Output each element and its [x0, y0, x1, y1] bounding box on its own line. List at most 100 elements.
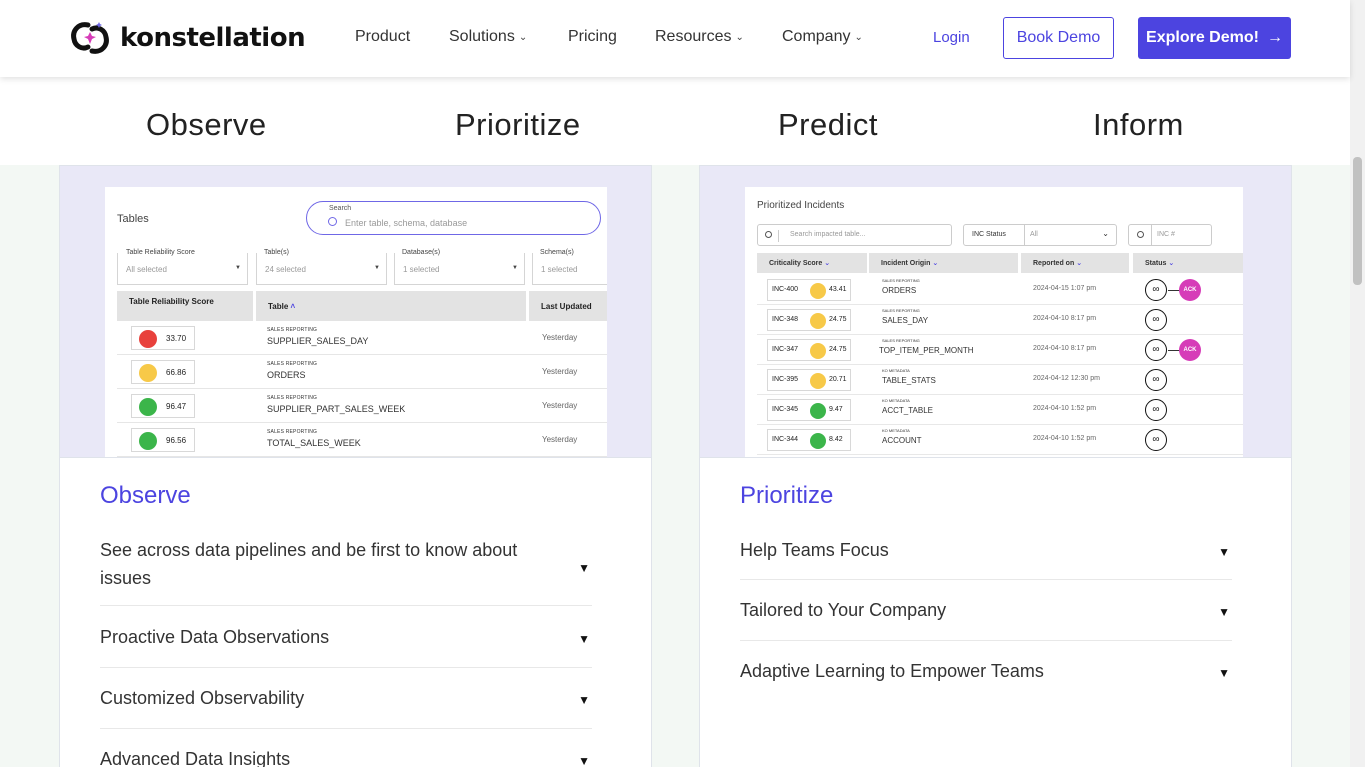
- tab-prioritize[interactable]: Prioritize: [455, 107, 581, 143]
- accordion-label: See across data pipelines and be first t…: [100, 540, 518, 588]
- top-nav: konstellation Product Solutions ⌄ Pricing…: [0, 0, 1350, 77]
- incident-row: INC-347 24.75 SALES REPORTING TOP_ITEM_PE…: [757, 335, 1243, 365]
- search-label: Search: [329, 205, 352, 212]
- status-label: INC Status: [972, 231, 1006, 238]
- caret-down-icon: ▼: [1218, 545, 1230, 559]
- prioritize-screenshot-panel: Prioritized Incidents Search impacted ta…: [700, 166, 1291, 458]
- filter-value: 24 selected: [265, 265, 306, 274]
- nav-pricing[interactable]: Pricing: [568, 28, 617, 46]
- reported-on: 2024-04-10 8:17 pm: [1033, 315, 1097, 322]
- row-tags: SALES REPORTING: [882, 338, 920, 343]
- feature-tabs: Observe Prioritize Predict Inform: [0, 77, 1350, 165]
- nav-resources[interactable]: Resources ⌄: [655, 28, 744, 46]
- arrow-right-icon: →: [1266, 29, 1283, 46]
- nav-product[interactable]: Product: [355, 28, 410, 46]
- score-dot: [139, 432, 157, 450]
- observe-card: Tables Search Enter table, schema, datab…: [59, 165, 652, 767]
- tab-observe[interactable]: Observe: [146, 107, 267, 143]
- column-label: Table: [268, 302, 289, 311]
- score-dot: [810, 313, 826, 329]
- score-value: 96.47: [166, 402, 187, 411]
- criticality-value: 43.41: [829, 286, 847, 293]
- tab-predict[interactable]: Predict: [778, 107, 878, 143]
- accordion-item[interactable]: Customized Observability ▼: [100, 684, 592, 729]
- chevron-down-icon: ⌄: [932, 260, 939, 267]
- accordion-label: Advanced Data Insights: [100, 749, 291, 767]
- sort-up-icon: ˄: [290, 302, 296, 311]
- row-table-name: SUPPLIER_SALES_DAY: [267, 336, 369, 346]
- row-tags: SALES REPORTING: [882, 278, 920, 283]
- caret-down-icon: ▼: [235, 265, 241, 271]
- column-header: Table Reliability Score: [117, 291, 253, 321]
- brand-logo[interactable]: konstellation: [68, 19, 306, 57]
- column-label: Reported on: [1033, 260, 1075, 267]
- login-link[interactable]: Login: [933, 29, 970, 46]
- score-dot: [810, 433, 826, 449]
- konstellation-status-icon: ∞: [1145, 339, 1167, 361]
- page-scrollbar[interactable]: [1350, 0, 1365, 767]
- row-tags: SALES REPORTING: [267, 327, 318, 333]
- column-label: Criticality Score: [769, 260, 823, 267]
- score-dot: [810, 403, 826, 419]
- nav-solutions[interactable]: Solutions ⌄: [449, 28, 527, 46]
- score-dot: [810, 373, 826, 389]
- chevron-down-icon: ⌄: [824, 260, 831, 267]
- row-tags: KO METADATA: [882, 428, 910, 433]
- scrollbar-thumb[interactable]: [1353, 157, 1362, 285]
- search-placeholder: Search impacted table...: [790, 231, 866, 238]
- criticality-value: 8.42: [829, 436, 843, 443]
- accordion-item[interactable]: Advanced Data Insights ▼: [100, 745, 592, 767]
- criticality-badge: INC-344 8.42: [767, 429, 851, 451]
- column-label: Status: [1145, 260, 1167, 267]
- accordion-item[interactable]: Proactive Data Observations ▼: [100, 623, 592, 668]
- explore-demo-button[interactable]: Explore Demo! →: [1138, 17, 1291, 59]
- search-placeholder: Enter table, schema, database: [345, 218, 468, 228]
- book-demo-button[interactable]: Book Demo: [1003, 17, 1114, 59]
- score-dot: [810, 343, 826, 359]
- nav-company[interactable]: Company ⌄: [782, 28, 863, 46]
- filter-select: 1 selected: [532, 253, 607, 285]
- caret-down-icon: ▼: [512, 265, 518, 271]
- column-header: Table ˄: [256, 291, 526, 321]
- chevron-down-icon: ⌄: [1168, 260, 1175, 267]
- divider: [1024, 225, 1025, 245]
- tab-inform[interactable]: Inform: [1093, 107, 1184, 143]
- incidents-screenshot: Prioritized Incidents Search impacted ta…: [745, 187, 1243, 457]
- table-row: 96.56 SALES REPORTING TOTAL_SALES_WEEK Y…: [117, 423, 607, 457]
- criticality-value: 24.75: [829, 346, 847, 353]
- incident-row: INC-344 8.42 KO METADATA ACCOUNT 2024-04-…: [757, 425, 1243, 455]
- criticality-value: 24.75: [829, 316, 847, 323]
- score-dot: [139, 398, 157, 416]
- nav-product-label: Product: [355, 28, 411, 45]
- search-icon: [1137, 231, 1144, 238]
- row-tags: KO METADATA: [882, 368, 910, 373]
- incident-origin: ACCT_TABLE: [882, 406, 933, 415]
- row-tags: SALES REPORTING: [882, 308, 920, 313]
- score-badge: 33.70: [131, 326, 195, 350]
- score-badge: 96.56: [131, 428, 195, 452]
- column-header: Status ⌄: [1133, 253, 1243, 273]
- ack-badge: ACK: [1179, 279, 1201, 301]
- row-table-name: SUPPLIER_PART_SALES_WEEK: [267, 404, 406, 414]
- incident-row: INC-348 24.75 SALES REPORTING SALES_DAY 2…: [757, 305, 1243, 335]
- chevron-down-icon: ⌄: [518, 32, 528, 43]
- chevron-down-icon: ⌄: [1102, 229, 1109, 238]
- tables-screenshot: Tables Search Enter table, schema, datab…: [105, 187, 607, 457]
- criticality-value: 9.47: [829, 406, 843, 413]
- row-tags: SALES REPORTING: [267, 395, 318, 401]
- row-last-updated: Yesterday: [542, 401, 578, 410]
- accordion-item[interactable]: Adaptive Learning to Empower Teams ▼: [740, 657, 1232, 697]
- incidents-title: Prioritized Incidents: [757, 200, 845, 211]
- row-tags: KO METADATA: [882, 398, 910, 403]
- accordion-label: Adaptive Learning to Empower Teams: [740, 661, 1044, 681]
- tables-title: Tables: [117, 213, 149, 225]
- table-row: 96.47 SALES REPORTING SUPPLIER_PART_SALE…: [117, 389, 607, 423]
- accordion-item[interactable]: Help Teams Focus ▼: [740, 536, 1232, 580]
- accordion-label: Help Teams Focus: [740, 540, 889, 560]
- accordion-item[interactable]: See across data pipelines and be first t…: [100, 536, 592, 606]
- caret-down-icon: ▼: [374, 265, 380, 271]
- incident-id: INC-348: [772, 316, 799, 323]
- score-value: 96.56: [166, 436, 187, 445]
- observe-card-title: Observe: [100, 482, 191, 509]
- accordion-item[interactable]: Tailored to Your Company ▼: [740, 596, 1232, 641]
